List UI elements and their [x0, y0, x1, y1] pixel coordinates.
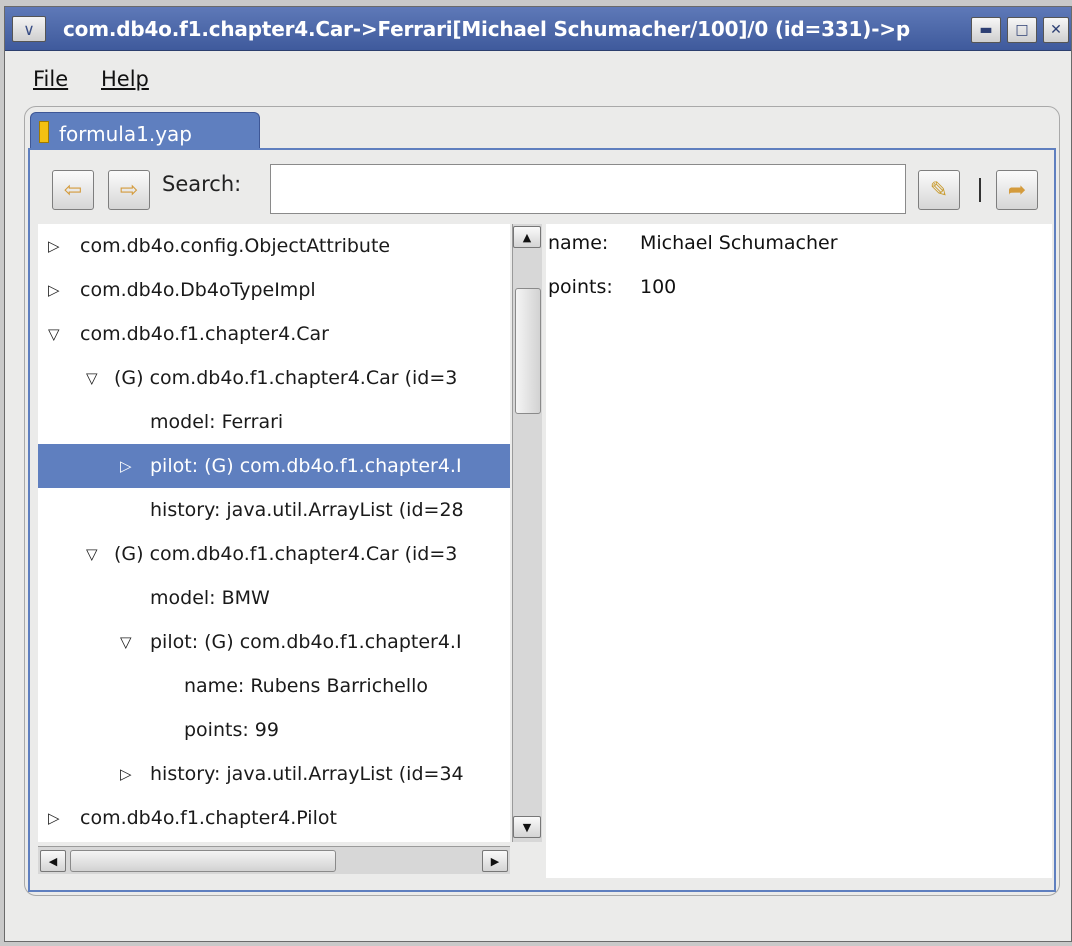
tree-row[interactable]: model: BMW	[38, 576, 510, 620]
menu-file-label: File	[33, 67, 69, 91]
maximize-button[interactable]: □	[1007, 17, 1037, 43]
export-button[interactable]: ➦	[996, 170, 1038, 210]
tree-row-label: model: BMW	[150, 587, 270, 609]
tree-row[interactable]: ▽ com.db4o.f1.chapter4.Car	[38, 312, 510, 356]
vertical-scroll-thumb[interactable]	[515, 288, 541, 414]
expanded-triangle-icon[interactable]: ▽	[86, 532, 98, 576]
detail-field: points: 100	[548, 276, 1048, 306]
detail-field: name: Michael Schumacher	[548, 232, 1048, 262]
tree-row[interactable]: ▷ com.db4o.f1.chapter4.Pilot	[38, 796, 510, 840]
tree-row-label: points: 99	[184, 719, 279, 741]
tree-vertical-scrollbar[interactable]: ▲ ▼	[512, 224, 542, 842]
search-button[interactable]: ✎	[918, 170, 960, 210]
tree-row[interactable]: ▽ pilot: (G) com.db4o.f1.chapter4.I	[38, 620, 510, 664]
tree-row[interactable]: points: 99	[38, 708, 510, 752]
expanded-triangle-icon[interactable]: ▽	[86, 356, 98, 400]
tree-row[interactable]: name: Rubens Barrichello	[38, 664, 510, 708]
tree-row-label: com.db4o.config.ObjectAttribute	[80, 235, 391, 257]
tree-row[interactable]: ▷ com.db4o.Db4oTypeImpl	[38, 268, 510, 312]
expanded-triangle-icon[interactable]: ▽	[120, 620, 132, 664]
tree-row-label: pilot: (G) com.db4o.f1.chapter4.I	[150, 631, 462, 653]
collapsed-triangle-icon[interactable]: ▷	[48, 224, 60, 268]
back-button[interactable]: ⇦	[52, 170, 94, 210]
tree-row[interactable]: ▷ pilot: (G) com.db4o.f1.chapter4.I	[38, 444, 510, 488]
tree-row-label: com.db4o.f1.chapter4.Car	[80, 323, 329, 345]
detail-field-key: name:	[548, 232, 609, 254]
tree-row-label: name: Rubens Barrichello	[184, 675, 429, 697]
collapsed-triangle-icon[interactable]: ▷	[120, 752, 132, 796]
tree-row-label: history: java.util.ArrayList (id=34	[150, 763, 464, 785]
flashlight-icon: ✎	[929, 177, 949, 203]
chevron-down-icon: ∨	[23, 19, 35, 39]
export-icon: ➦	[1007, 177, 1027, 203]
window-title: com.db4o.f1.chapter4.Car->Ferrari[Michae…	[63, 17, 910, 41]
tree-row-label: (G) com.db4o.f1.chapter4.Car (id=3	[114, 543, 458, 565]
tree-row-label: history: java.util.ArrayList (id=28	[150, 499, 464, 521]
tree-row[interactable]: ▽ (G) com.db4o.f1.chapter4.Car (id=3	[38, 356, 510, 400]
forward-button[interactable]: ⇨	[108, 170, 150, 210]
tab-label: formula1.yap	[59, 122, 192, 146]
database-icon	[39, 121, 49, 143]
tree-row-label: pilot: (G) com.db4o.f1.chapter4.I	[150, 455, 462, 477]
expanded-triangle-icon[interactable]: ▽	[48, 312, 60, 356]
tree-row-label: com.db4o.f1.chapter4.Pilot	[80, 807, 337, 829]
tree-row[interactable]: ▷ com.db4o.config.ObjectAttribute	[38, 224, 510, 268]
menu-help[interactable]: Help	[101, 67, 149, 91]
collapsed-triangle-icon[interactable]: ▷	[120, 444, 132, 488]
menu-file[interactable]: File	[33, 67, 68, 91]
collapsed-triangle-icon[interactable]: ▷	[48, 268, 60, 312]
search-label: Search:	[162, 172, 242, 196]
arrow-down-icon: ▼	[522, 820, 532, 834]
menu-bar: File Help	[5, 51, 1071, 103]
scroll-up-button[interactable]: ▲	[513, 226, 541, 248]
detail-field-key: points:	[548, 276, 613, 298]
collapsed-triangle-icon[interactable]: ▷	[48, 796, 60, 840]
close-icon: ✕	[1050, 22, 1062, 38]
tree-row[interactable]: history: java.util.ArrayList (id=28	[38, 488, 510, 532]
search-input[interactable]	[270, 164, 906, 214]
tree-horizontal-scrollbar[interactable]: ◀ ▶	[38, 846, 510, 874]
tree-row-label: (G) com.db4o.f1.chapter4.Car (id=3	[114, 367, 458, 389]
scroll-left-button[interactable]: ◀	[40, 850, 66, 872]
scroll-right-button[interactable]: ▶	[482, 850, 508, 872]
detail-field-value: Michael Schumacher	[640, 232, 838, 254]
scroll-down-button[interactable]: ▼	[513, 816, 541, 838]
tree-row-label: model: Ferrari	[150, 411, 284, 433]
tree-row-label: com.db4o.Db4oTypeImpl	[80, 279, 316, 301]
horizontal-scroll-thumb[interactable]	[70, 850, 336, 872]
tree-row[interactable]: ▷ history: java.util.ArrayList (id=34	[38, 752, 510, 796]
close-button[interactable]: ✕	[1043, 17, 1069, 43]
object-tree[interactable]: ▷ com.db4o.config.ObjectAttribute ▷ com.db4…	[38, 224, 510, 842]
detail-field-value: 100	[640, 276, 677, 298]
arrow-left-icon: ⇦	[63, 177, 83, 203]
detail-pane: name: Michael Schumacher points: 100	[546, 224, 1052, 878]
tree-row[interactable]: model: Ferrari	[38, 400, 510, 444]
arrow-left-icon: ◀	[48, 854, 58, 868]
window-menu-button[interactable]: ∨	[12, 16, 46, 42]
toolbar-separator	[979, 178, 981, 202]
arrow-up-icon: ▲	[522, 230, 532, 244]
maximize-icon: □	[1015, 22, 1029, 38]
minimize-icon: ▬	[979, 22, 993, 38]
arrow-right-icon: ⇨	[119, 177, 139, 203]
tree-row[interactable]: ▽ (G) com.db4o.f1.chapter4.Car (id=3	[38, 532, 510, 576]
title-bar[interactable]: ∨ com.db4o.f1.chapter4.Car->Ferrari[Mich…	[5, 7, 1071, 51]
menu-help-label: Help	[101, 67, 149, 91]
minimize-button[interactable]: ▬	[971, 17, 1001, 43]
arrow-right-icon: ▶	[490, 854, 500, 868]
